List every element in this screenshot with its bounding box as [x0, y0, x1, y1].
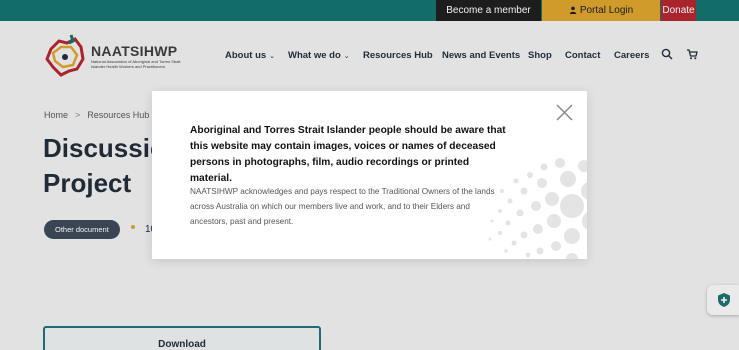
- close-icon[interactable]: [556, 104, 573, 121]
- acknowledgement-modal: Aboriginal and Torres Strait Islander pe…: [152, 91, 587, 259]
- modal-warning-heading: Aboriginal and Torres Strait Islander pe…: [190, 125, 506, 184]
- modal-acknowledgement-text: NAATSIHWP acknowledges and pays respect …: [190, 187, 495, 226]
